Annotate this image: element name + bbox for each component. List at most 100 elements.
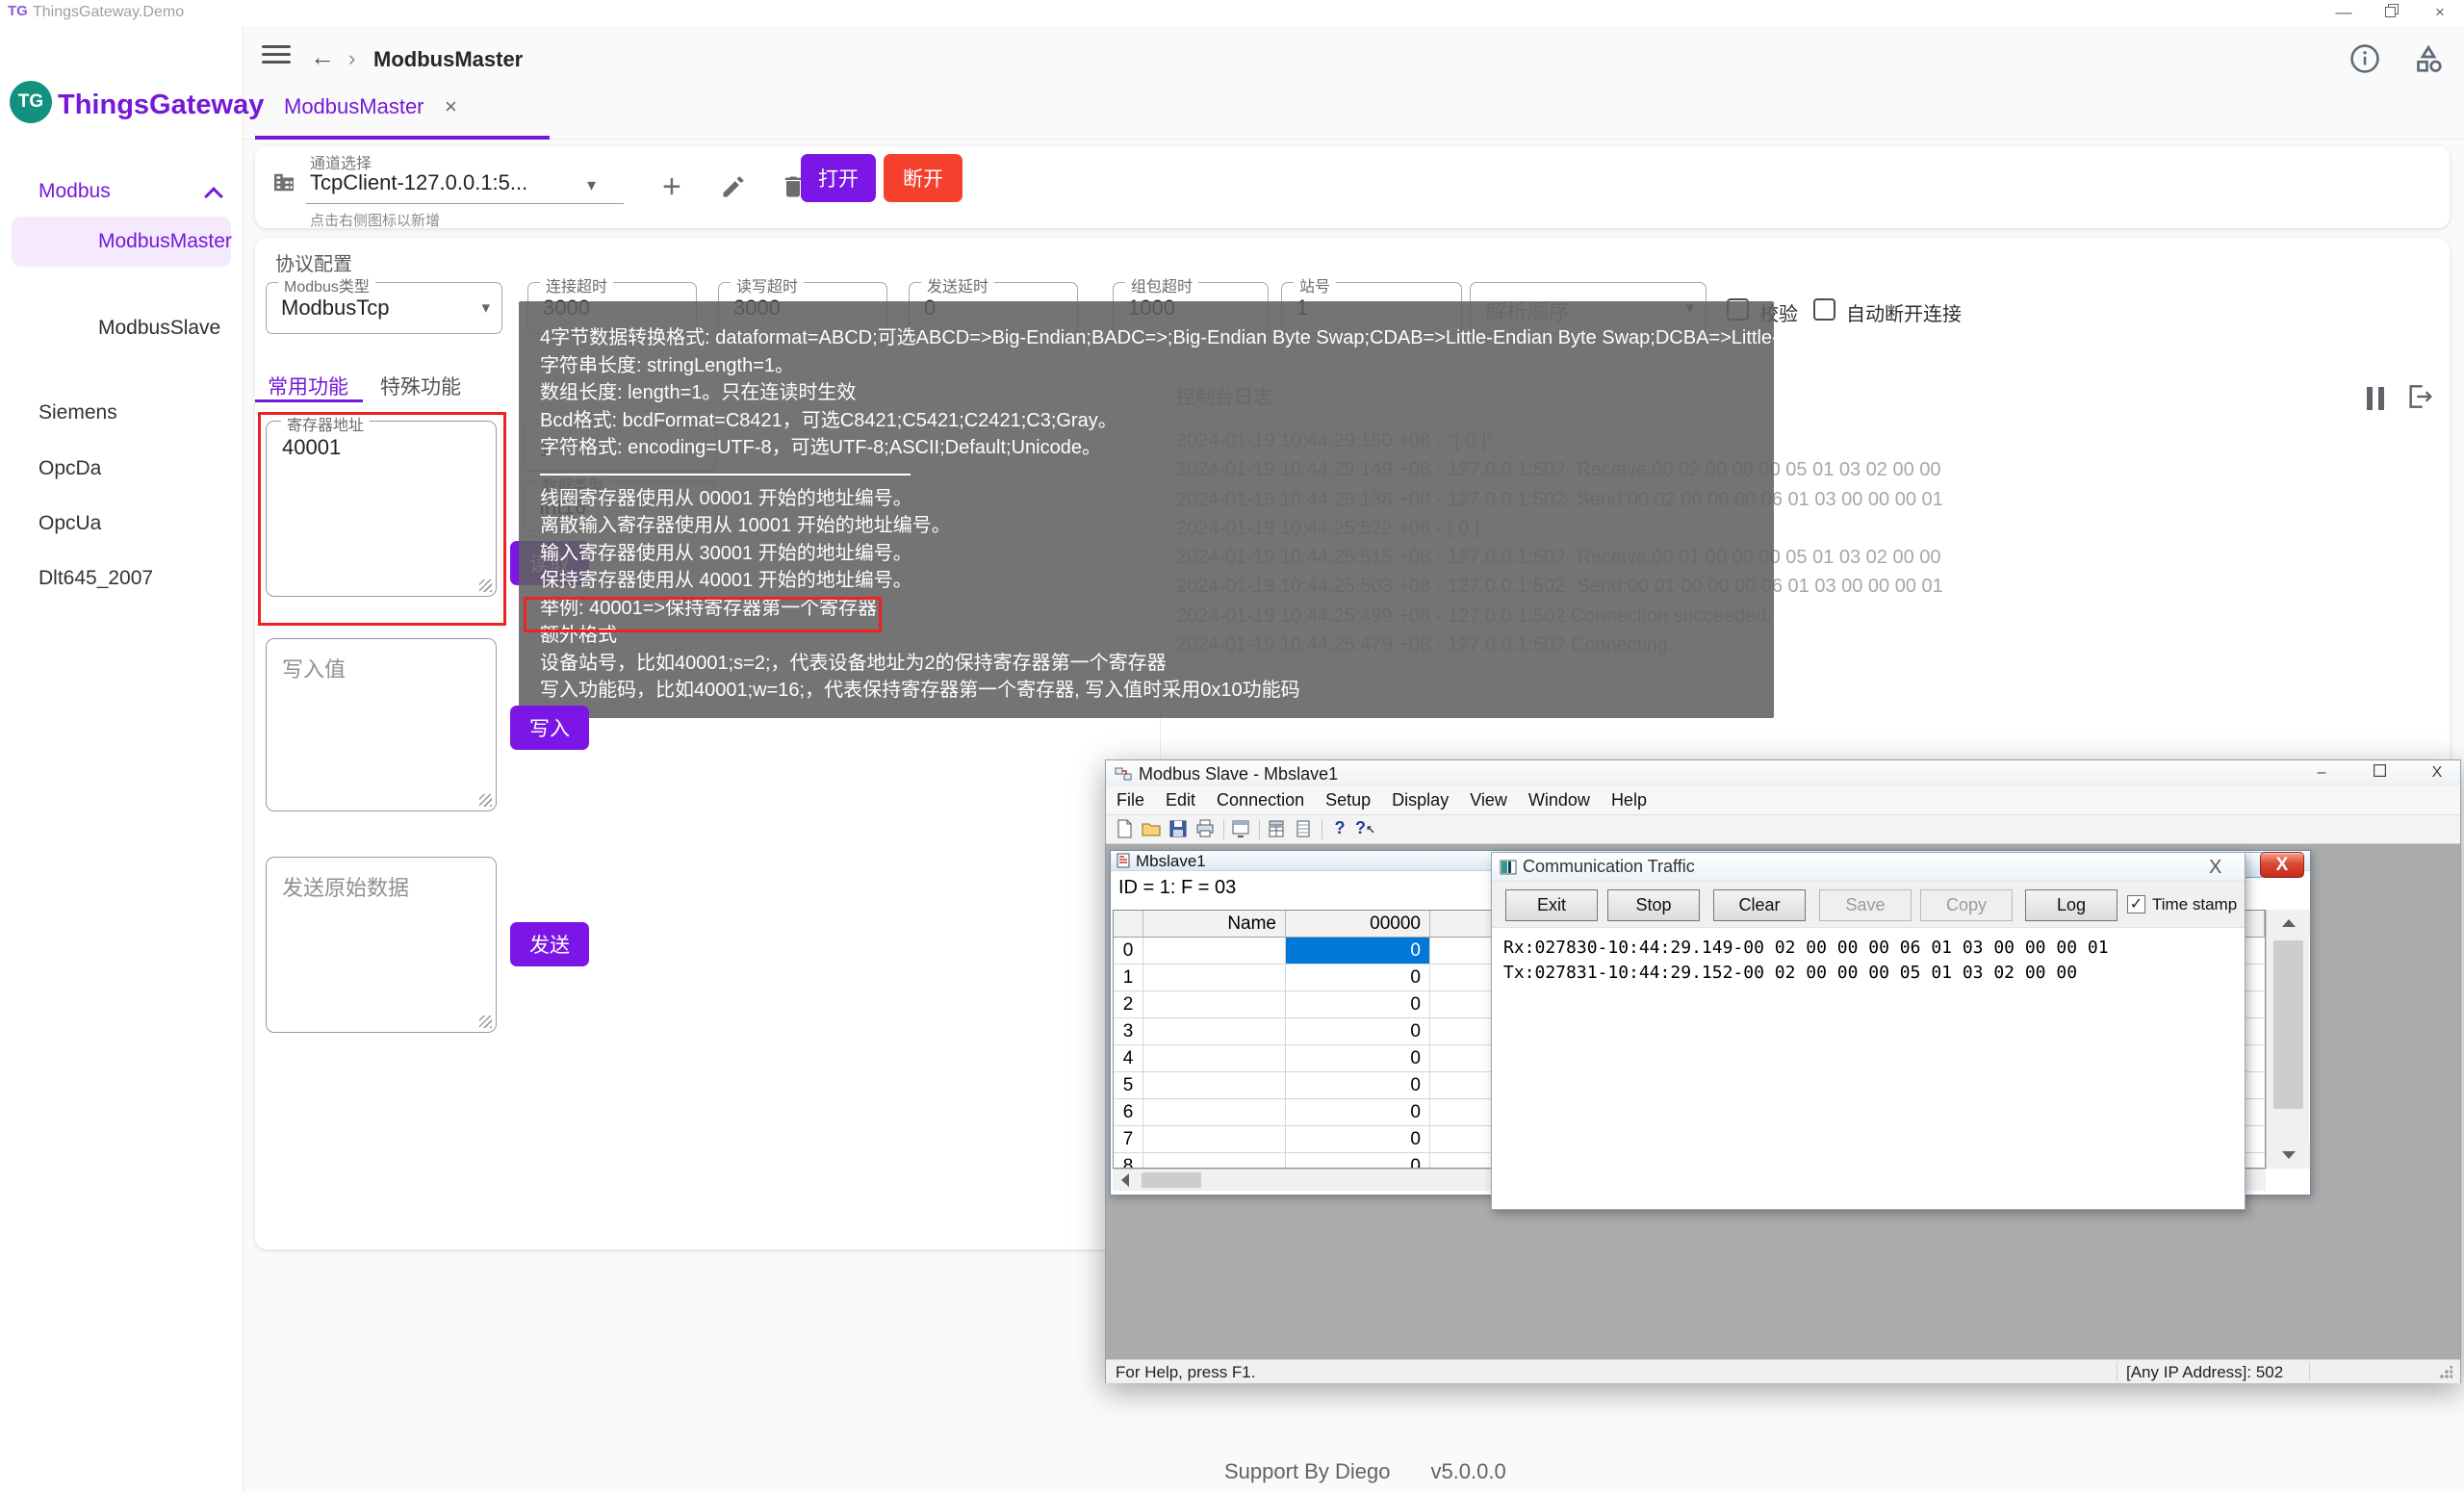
scrollbar-thumb[interactable] xyxy=(2273,940,2303,1109)
print-icon[interactable] xyxy=(1194,818,1218,841)
tab-common-functions[interactable]: 常用功能 xyxy=(268,372,348,400)
slave-title-bar[interactable]: Modbus Slave - Mbslave1 – X xyxy=(1106,760,2460,786)
disconnect-button[interactable]: 断开 xyxy=(884,154,962,202)
modbus-type-select[interactable]: Modbus类型 ModbusTcp ▾ xyxy=(266,282,502,334)
value-cell[interactable]: 0 xyxy=(1286,1099,1430,1126)
scroll-left-icon[interactable] xyxy=(1113,1170,1138,1191)
value-cell[interactable]: 0 xyxy=(1286,991,1430,1018)
edit-channel-icon[interactable] xyxy=(720,173,747,205)
value-cell[interactable]: 0 xyxy=(1286,1126,1430,1153)
channel-select-value[interactable]: TcpClient-127.0.0.1:5... xyxy=(310,170,527,195)
components-shapes-icon[interactable] xyxy=(2411,42,2446,77)
timestamp-checkbox[interactable]: ✓ xyxy=(2127,895,2145,913)
value-cell[interactable]: 0 xyxy=(1286,1045,1430,1072)
send-raw-input[interactable] xyxy=(266,857,497,1033)
name-cell[interactable] xyxy=(1143,1153,1286,1169)
info-icon[interactable] xyxy=(2348,42,2383,77)
name-cell[interactable] xyxy=(1143,1072,1286,1099)
row-index: 2 xyxy=(1114,991,1143,1018)
auto-disconnect-label: 自动断开连接 xyxy=(1846,298,1962,326)
sidebar-item-opcda[interactable]: OpcDa xyxy=(38,457,101,480)
write-button[interactable]: 写入 xyxy=(510,706,589,750)
child-close-button[interactable]: X xyxy=(2260,852,2304,878)
menu-file[interactable]: File xyxy=(1106,786,1155,814)
back-arrow-icon[interactable]: ← xyxy=(310,42,335,72)
communication-traffic-dialog[interactable]: Communication Traffic X Exit Stop Clear … xyxy=(1491,852,2246,1210)
menu-window[interactable]: Window xyxy=(1518,786,1601,814)
add-channel-icon[interactable]: + xyxy=(662,168,681,206)
vertical-scrollbar[interactable] xyxy=(2266,910,2309,1169)
sidebar-item-siemens[interactable]: Siemens xyxy=(38,401,117,424)
save-icon[interactable] xyxy=(1168,818,1191,841)
name-cell[interactable] xyxy=(1143,965,1286,991)
chevron-down-icon[interactable]: ▾ xyxy=(587,175,596,195)
value-cell[interactable]: 0 xyxy=(1286,1153,1430,1169)
resize-grip-icon[interactable] xyxy=(479,794,492,807)
open-file-icon[interactable] xyxy=(1141,818,1164,841)
send-button[interactable]: 发送 xyxy=(510,922,589,966)
export-log-icon[interactable] xyxy=(2404,381,2435,417)
name-cell[interactable] xyxy=(1143,1045,1286,1072)
scroll-down-icon[interactable] xyxy=(2267,1142,2310,1169)
exit-button[interactable]: Exit xyxy=(1505,889,1598,921)
hamburger-menu-icon[interactable] xyxy=(262,45,291,66)
slave-status-bar: For Help, press F1. [Any IP Address]: 50… xyxy=(1106,1359,2460,1383)
sidebar-item-modbusslave[interactable]: ModbusSlave xyxy=(98,317,220,340)
sidebar-item-opcua[interactable]: OpcUa xyxy=(38,512,101,535)
context-help-icon[interactable]: ?↖ xyxy=(1355,818,1378,841)
name-cell[interactable] xyxy=(1143,1018,1286,1045)
coils-view-icon[interactable] xyxy=(1293,818,1316,841)
traffic-close-icon[interactable]: X xyxy=(2209,857,2221,879)
scroll-up-icon[interactable] xyxy=(2267,910,2310,937)
minimize-window-icon[interactable]: — xyxy=(2329,2,2358,23)
slave-close-icon[interactable]: X xyxy=(2421,763,2453,783)
display-setup-icon[interactable] xyxy=(1230,818,1253,841)
stop-button[interactable]: Stop xyxy=(1607,889,1700,921)
menu-edit[interactable]: Edit xyxy=(1155,786,1206,814)
grid-corner-cell xyxy=(1114,911,1143,938)
auto-disconnect-checkbox[interactable] xyxy=(1813,298,1835,321)
open-button[interactable]: 打开 xyxy=(801,154,876,202)
row-index: 6 xyxy=(1114,1099,1143,1126)
name-cell[interactable] xyxy=(1143,991,1286,1018)
modbus-slave-window[interactable]: Modbus Slave - Mbslave1 – X File Edit Co… xyxy=(1105,759,2461,1383)
sidebar-item-modbus[interactable]: Modbus xyxy=(38,180,111,203)
connect-timeout-label: 连接超时 xyxy=(540,273,613,296)
slave-maximize-icon[interactable] xyxy=(2363,763,2396,783)
write-value-input[interactable] xyxy=(266,638,497,811)
tab-modbusmaster[interactable]: ModbusMaster xyxy=(284,94,424,119)
traffic-title-bar[interactable]: Communication Traffic X xyxy=(1492,853,2245,882)
slave-minimize-icon[interactable]: – xyxy=(2305,763,2338,783)
menu-view[interactable]: View xyxy=(1459,786,1518,814)
clear-button[interactable]: Clear xyxy=(1713,889,1806,921)
new-file-icon[interactable] xyxy=(1114,818,1137,841)
menu-display[interactable]: Display xyxy=(1381,786,1459,814)
menu-connection[interactable]: Connection xyxy=(1206,786,1315,814)
pause-log-icon[interactable] xyxy=(2367,387,2390,410)
resize-grip-icon[interactable] xyxy=(479,1016,492,1028)
modbus-type-label: Modbus类型 xyxy=(278,273,375,296)
screen: TG ThingsGateway.Demo — × TG ThingsGatew… xyxy=(0,0,2464,1492)
menu-help[interactable]: Help xyxy=(1601,786,1657,814)
value-cell[interactable]: 0 xyxy=(1286,1018,1430,1045)
close-window-icon[interactable]: × xyxy=(2426,2,2454,23)
logo-avatar: TG xyxy=(10,81,52,123)
name-cell[interactable] xyxy=(1143,1099,1286,1126)
breadcrumb-chevron-icon: › xyxy=(348,46,355,71)
name-cell[interactable] xyxy=(1143,1126,1286,1153)
tab-special-functions[interactable]: 特殊功能 xyxy=(380,372,461,400)
registers-view-icon[interactable] xyxy=(1266,818,1289,841)
scrollbar-thumb[interactable] xyxy=(1142,1172,1201,1188)
help-icon[interactable]: ? xyxy=(1328,818,1351,841)
tab-close-icon[interactable]: × xyxy=(445,94,457,119)
name-cell[interactable] xyxy=(1143,938,1286,965)
resize-grip-icon[interactable] xyxy=(2439,1366,2452,1379)
sidebar-item-modbusmaster-label[interactable]: ModbusMaster xyxy=(98,230,232,253)
menu-setup[interactable]: Setup xyxy=(1315,786,1381,814)
value-cell-selected[interactable]: 0 xyxy=(1286,938,1430,965)
log-button[interactable]: Log xyxy=(2025,889,2118,921)
value-cell[interactable]: 0 xyxy=(1286,965,1430,991)
restore-window-icon[interactable] xyxy=(2377,2,2406,23)
value-cell[interactable]: 0 xyxy=(1286,1072,1430,1099)
sidebar-item-dlt645[interactable]: Dlt645_2007 xyxy=(38,567,153,590)
